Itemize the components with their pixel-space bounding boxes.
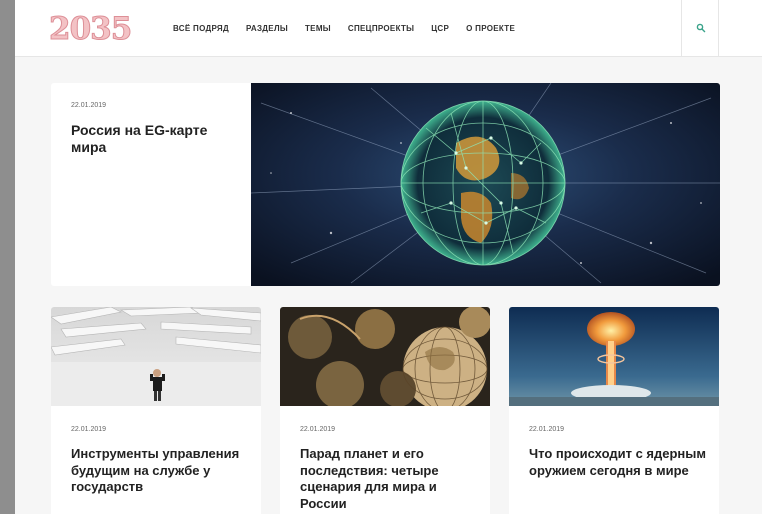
article-date: 22.01.2019: [300, 426, 336, 433]
search-icon: [696, 23, 706, 33]
article-title[interactable]: Россия на EG-карте мира: [71, 122, 236, 156]
nav-item-sections[interactable]: РАЗДЕЛЫ: [246, 24, 288, 33]
nav-item-csr[interactable]: ЦСР: [431, 24, 449, 33]
card-text: 22.01.2019 Инструменты управления будущи…: [71, 426, 251, 496]
card-text: 22.01.2019 Парад планет и его последстви…: [300, 426, 480, 513]
hero-article[interactable]: 22.01.2019 Россия на EG-карте мира: [51, 83, 720, 286]
top-bar: 2035 ВСЁ ПОДРЯД РАЗДЕЛЫ ТЕМЫ СПЕЦПРОЕКТЫ…: [15, 0, 762, 57]
article-date: 22.01.2019: [71, 426, 107, 433]
card-text: 22.01.2019 Что происходит с ядерным оруж…: [529, 426, 709, 479]
antique-globes-image[interactable]: [280, 307, 490, 406]
article-title[interactable]: Инструменты управления будущим на службе…: [71, 446, 251, 496]
site-logo[interactable]: 2035: [48, 11, 132, 48]
nuclear-explosion-image[interactable]: [509, 307, 719, 406]
maze-person-image[interactable]: [51, 307, 261, 406]
hero-text: 22.01.2019 Россия на EG-карте мира: [71, 102, 236, 156]
article-card[interactable]: 22.01.2019 Инструменты управления будущи…: [51, 307, 261, 514]
article-title[interactable]: Парад планет и его последствия: четыре с…: [300, 446, 480, 513]
main-nav: ВСЁ ПОДРЯД РАЗДЕЛЫ ТЕМЫ СПЕЦПРОЕКТЫ ЦСР …: [173, 24, 532, 33]
article-date: 22.01.2019: [71, 102, 107, 109]
search-button[interactable]: [681, 0, 719, 57]
nav-item-topics[interactable]: ТЕМЫ: [305, 24, 331, 33]
nav-item-special-projects[interactable]: СПЕЦПРОЕКТЫ: [348, 24, 414, 33]
article-card[interactable]: 22.01.2019 Парад планет и его последстви…: [280, 307, 490, 514]
article-date: 22.01.2019: [529, 426, 565, 433]
nav-item-all[interactable]: ВСЁ ПОДРЯД: [173, 24, 229, 33]
page: 2035 ВСЁ ПОДРЯД РАЗДЕЛЫ ТЕМЫ СПЕЦПРОЕКТЫ…: [15, 0, 762, 514]
nav-item-about[interactable]: О ПРОЕКТЕ: [466, 24, 515, 33]
globe-network-image[interactable]: [251, 83, 720, 286]
article-title[interactable]: Что происходит с ядерным оружием сегодня…: [529, 446, 709, 479]
article-card[interactable]: 22.01.2019 Что происходит с ядерным оруж…: [509, 307, 719, 514]
